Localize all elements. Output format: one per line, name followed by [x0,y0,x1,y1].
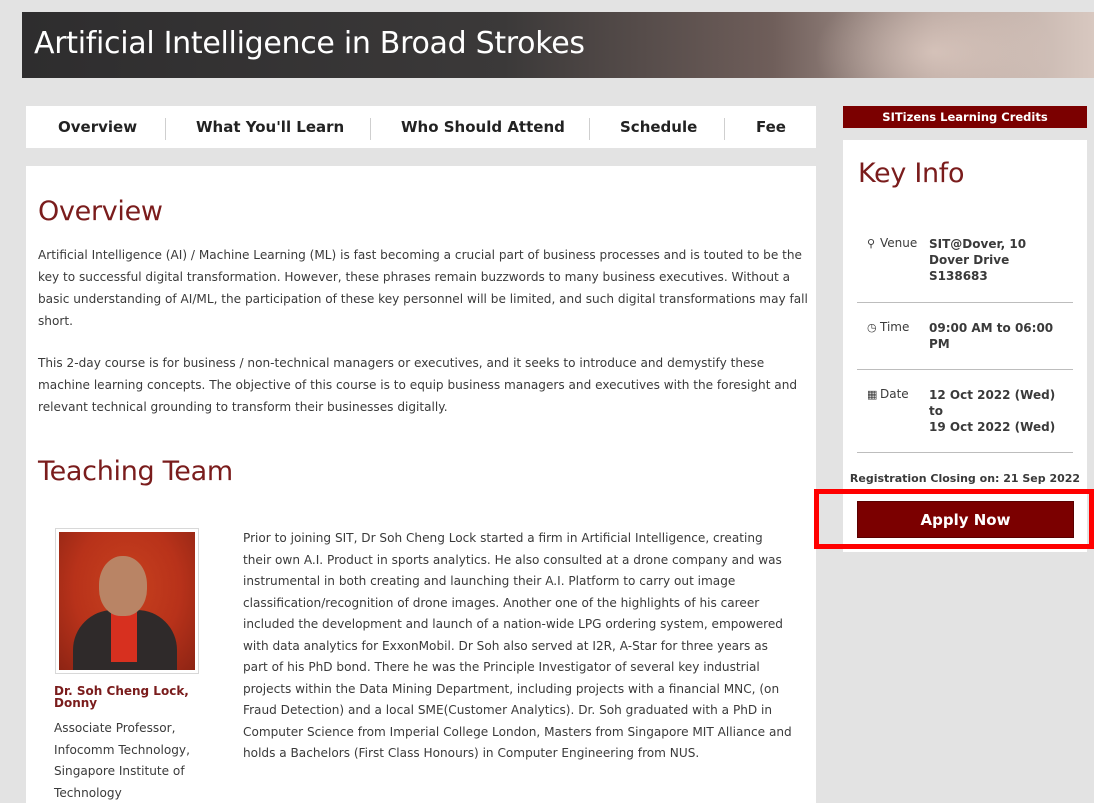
overview-paragraph: Artificial Intelligence (AI) / Machine L… [38,248,808,328]
divider [857,369,1073,370]
date-to-word: to [929,404,943,418]
tab-what-youll-learn[interactable]: What You'll Learn [196,118,344,136]
tab-divider [724,118,725,140]
section-tabs: Overview What You'll Learn Who Should At… [26,106,816,148]
date-to: 19 Oct 2022 (Wed) [929,420,1056,434]
time-label: Time [880,320,910,334]
instructor-name[interactable]: Dr. Soh Cheng Lock, Donny [54,685,204,709]
instructor-role: Associate Professor, Infocomm Technology… [54,721,190,800]
venue-label: Venue [880,236,918,250]
tab-fee[interactable]: Fee [756,118,786,136]
tab-who-should-attend[interactable]: Who Should Attend [401,118,565,136]
main-content: Overview Artificial Intelligence (AI) / … [26,166,816,803]
venue-value: SIT@Dover, 10 Dover Drive S138683 [929,237,1027,283]
clock-icon: ◷ [867,321,877,334]
date-from: 12 Oct 2022 (Wed) [929,388,1056,402]
key-info-title: Key Info [858,158,965,189]
tab-overview[interactable]: Overview [58,118,137,136]
course-banner: Artificial Intelligence in Broad Strokes [22,12,1094,78]
apply-now-button[interactable]: Apply Now [857,501,1074,538]
overview-paragraph: This 2-day course is for business / non-… [38,356,798,414]
registration-closing: Registration Closing on: 21 Sep 2022 [849,472,1081,485]
divider [857,452,1073,453]
tab-divider [370,118,371,140]
sitizens-learning-credits-button[interactable]: SITizens Learning Credits [843,106,1087,128]
tab-divider [589,118,590,140]
instructor-photo [55,528,199,674]
overview-heading: Overview [38,196,163,227]
divider [857,302,1073,303]
calendar-icon: ▦ [867,388,878,401]
tab-divider [165,118,166,140]
date-value: 12 Oct 2022 (Wed) to 19 Oct 2022 (Wed) [929,387,1067,435]
tab-schedule[interactable]: Schedule [620,118,697,136]
teaching-team-heading: Teaching Team [38,456,233,487]
course-title: Artificial Intelligence in Broad Strokes [34,26,585,61]
instructor-portrait-image [59,532,195,670]
time-value: 09:00 AM to 06:00 PM [929,321,1054,351]
map-marker-icon: ⚲ [867,237,876,250]
instructor-bio: Prior to joining SIT, Dr Soh Cheng Lock … [243,531,792,760]
date-label: Date [880,387,909,401]
